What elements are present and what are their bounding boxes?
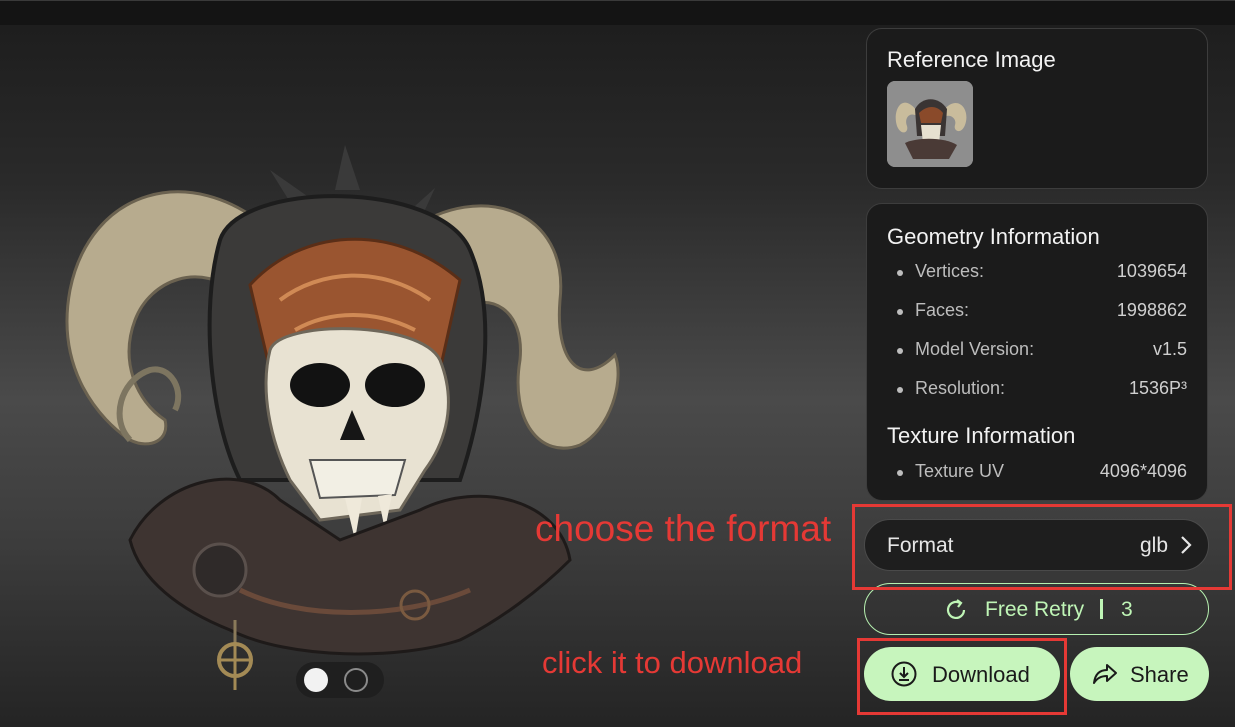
info-value: 1536P³ (1128, 378, 1187, 398)
info-value: 4096*4096 (1099, 461, 1187, 481)
info-value: v1.5 (1152, 339, 1187, 359)
info-label: Vertices: (915, 261, 985, 281)
refresh-icon (946, 599, 966, 619)
share-label: Share (1130, 662, 1189, 687)
free-retry-button[interactable]: Free Retry 3 (864, 583, 1209, 635)
texture-information-title: Texture Information (887, 423, 1076, 448)
retry-count: 3 (1121, 598, 1133, 621)
info-label: Texture UV (915, 461, 1005, 481)
info-value: 1998862 (1116, 300, 1187, 320)
download-annotation-text: click it to download (542, 645, 803, 680)
textured-view-button[interactable] (304, 668, 328, 692)
format-highlight-box (852, 504, 1232, 590)
format-annotation-text: choose the format (535, 508, 832, 549)
top-bar (0, 0, 1235, 25)
geometry-information-panel: Geometry Information Vertices: 1039654 F… (866, 203, 1208, 501)
reference-image-panel: Reference Image (866, 28, 1208, 189)
reference-image-title: Reference Image (887, 47, 1056, 72)
share-icon (1093, 664, 1117, 684)
untextured-view-button[interactable] (344, 668, 368, 692)
info-label: Faces: (915, 300, 970, 320)
info-row-vertices: Vertices: 1039654 (897, 261, 1187, 285)
reference-image-thumbnail[interactable] (887, 81, 973, 167)
info-label: Model Version: (915, 339, 1035, 359)
skull-helmet-model-render[interactable] (40, 120, 640, 710)
share-button[interactable]: Share (1070, 647, 1209, 701)
info-row-model-version: Model Version: v1.5 (897, 339, 1187, 363)
free-retry-label: Free Retry (985, 598, 1085, 621)
info-row-resolution: Resolution: 1536P³ (897, 378, 1187, 402)
divider (1100, 599, 1103, 619)
info-label: Resolution: (915, 378, 1006, 398)
info-row-texture-uv: Texture UV 4096*4096 (897, 461, 1187, 485)
download-highlight-box (857, 638, 1067, 715)
info-row-faces: Faces: 1998862 (897, 300, 1187, 324)
geometry-information-title: Geometry Information (887, 224, 1100, 249)
info-value: 1039654 (1116, 261, 1187, 281)
view-mode-toggle[interactable] (296, 662, 384, 698)
